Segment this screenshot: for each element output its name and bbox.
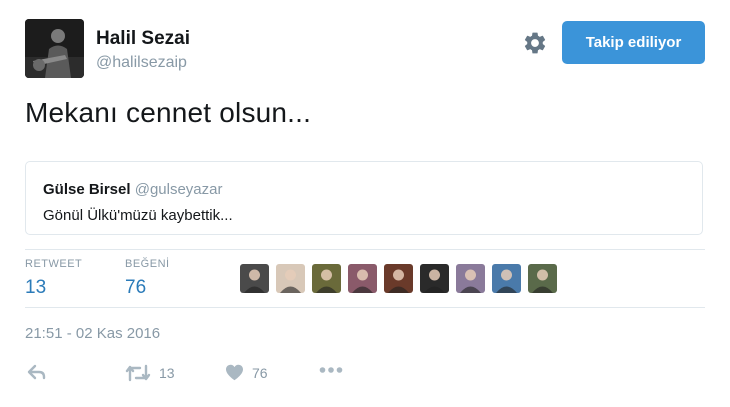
liker-avatars	[240, 264, 564, 294]
retweet-button[interactable]: 13	[125, 364, 175, 382]
retweet-stat-count: 13	[25, 277, 47, 298]
retweet-icon	[125, 364, 151, 382]
author-avatar-photo	[25, 19, 84, 78]
liker-avatar[interactable]	[240, 264, 269, 293]
stats-top-divider	[25, 249, 705, 250]
like-stat-label: BEĞENİ	[125, 258, 170, 270]
liker-avatar[interactable]	[456, 264, 485, 293]
stats-bottom-divider	[25, 307, 705, 308]
liker-avatar[interactable]	[528, 264, 557, 293]
quoted-tweet-text: Gönül Ülkü'müzü kaybettik...	[43, 207, 233, 224]
author-handle[interactable]: @halilsezaip	[96, 54, 187, 72]
author-name[interactable]: Halil Sezai	[96, 28, 190, 50]
more-dots-icon	[319, 367, 343, 373]
liker-avatar[interactable]	[384, 264, 413, 293]
reply-icon	[27, 364, 46, 380]
liker-avatar[interactable]	[348, 264, 377, 293]
quoted-tweet-handle: @gulseyazar	[134, 181, 223, 198]
like-stat-count: 76	[125, 277, 147, 298]
retweet-stat[interactable]: RETWEET 13	[25, 258, 82, 299]
like-action-count: 76	[252, 364, 268, 381]
gear-icon[interactable]	[522, 30, 548, 56]
quoted-tweet-name: Gülse Birsel	[43, 181, 131, 198]
like-stat[interactable]: BEĞENİ 76	[125, 258, 170, 299]
tweet-text: Mekanı cennet olsun...	[25, 97, 312, 128]
author-avatar[interactable]	[25, 19, 84, 78]
more-button[interactable]	[319, 366, 343, 374]
liker-avatar[interactable]	[492, 264, 521, 293]
liker-avatar[interactable]	[276, 264, 305, 293]
like-button[interactable]: 76	[225, 364, 268, 381]
retweet-action-count: 13	[159, 365, 175, 381]
tweet-timestamp[interactable]: 21:51 - 02 Kas 2016	[25, 325, 160, 342]
liker-avatar[interactable]	[420, 264, 449, 293]
quoted-tweet-author: Gülse Birsel @gulseyazar	[43, 181, 223, 198]
quoted-tweet-card[interactable]: Gülse Birsel @gulseyazar Gönül Ülkü'müzü…	[25, 161, 703, 235]
heart-icon	[226, 364, 243, 381]
retweet-stat-label: RETWEET	[25, 258, 83, 270]
liker-avatar[interactable]	[312, 264, 341, 293]
following-button[interactable]: Takip ediliyor	[562, 21, 705, 64]
reply-button[interactable]	[27, 364, 47, 380]
